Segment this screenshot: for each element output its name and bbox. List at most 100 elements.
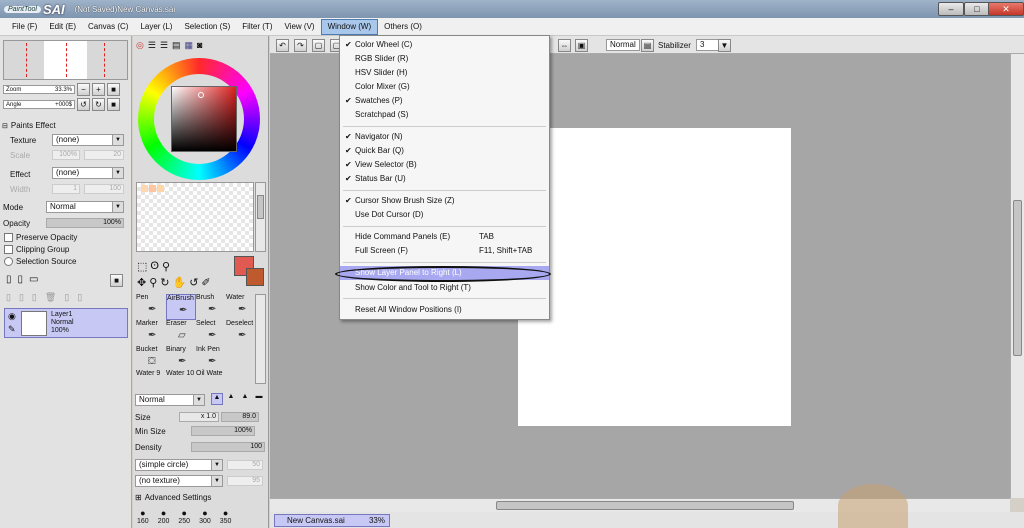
menu-item-hsv-slider[interactable]: HSV Slider (H) — [340, 66, 549, 80]
menu-item-status-bar[interactable]: ✔ Status Bar (U) — [340, 172, 549, 186]
copy-layer-icon[interactable]: ▯ — [6, 292, 11, 303]
swatch[interactable] — [157, 185, 164, 192]
magic-wand-icon[interactable]: ⚲ — [162, 260, 170, 273]
tool-marker[interactable]: Marker ✒ — [136, 320, 166, 346]
lasso-icon[interactable]: ʘ — [150, 260, 159, 273]
menu-edit[interactable]: Edit (E) — [43, 19, 82, 35]
tool-pen[interactable]: Pen ✒ — [136, 294, 166, 320]
maximize-button[interactable]: □ — [964, 2, 990, 16]
horizontal-scrollbar-thumb[interactable] — [496, 501, 794, 510]
tool-deselect[interactable]: Deselect ✒ — [226, 320, 256, 346]
brush-edge-sharp-button[interactable]: ▲ — [211, 393, 223, 405]
pen-lock-icon[interactable]: ✎ — [8, 324, 16, 335]
brush-edge-mid-button[interactable]: ▲ — [225, 393, 237, 405]
menu-item-hide-command-panels[interactable]: Hide Command Panels (E) TAB — [340, 230, 549, 244]
brush-preset[interactable]: ● 200 — [158, 508, 170, 525]
zoom-reset-button[interactable]: ■ — [107, 83, 120, 96]
tool-water[interactable]: Water ✒ — [226, 294, 256, 320]
layer-mode-select[interactable]: Normal ▼ — [46, 201, 124, 213]
new-linework-layer-icon[interactable]: ▯ — [18, 274, 24, 285]
menu-item-full-screen[interactable]: Full Screen (F) F11, Shift+TAB — [340, 244, 549, 258]
swatches-tab-icon[interactable]: ▦ — [185, 40, 194, 51]
brush-shape-select[interactable]: (simple circle) ▼ — [135, 459, 223, 471]
canvas[interactable] — [518, 128, 791, 426]
move-icon[interactable]: ✥ — [137, 276, 146, 289]
layer-panel-toggle-button[interactable]: ■ — [110, 274, 123, 287]
menu-item-rgb-slider[interactable]: RGB Slider (R) — [340, 52, 549, 66]
tool-airbrush[interactable]: AirBrush ✒ — [166, 294, 196, 320]
secondary-color-swatch[interactable] — [246, 268, 264, 286]
menu-item-color-mixer[interactable]: Color Mixer (G) — [340, 80, 549, 94]
flip-button[interactable]: ⇔ — [558, 39, 571, 52]
menu-window[interactable]: Window (W) — [320, 18, 379, 35]
menu-item-use-dot-cursor[interactable]: Use Dot Cursor (D) — [340, 208, 549, 222]
menu-item-quick-bar[interactable]: ✔ Quick Bar (Q) — [340, 144, 549, 158]
swatch[interactable] — [141, 185, 148, 192]
swatch[interactable] — [149, 185, 156, 192]
quickbar-mode-select[interactable]: Normal — [606, 39, 640, 51]
menu-others[interactable]: Others (O) — [378, 19, 428, 35]
rgb-slider-tab-icon[interactable]: ☰ — [148, 40, 156, 51]
close-button[interactable]: ✕ — [988, 2, 1024, 16]
menu-item-scratchpad[interactable]: Scratchpad (S) — [340, 108, 549, 122]
tool-ink-pen[interactable]: Ink Pen ✒ — [196, 346, 226, 372]
delete-layer-icon[interactable]: 🗑 — [45, 292, 56, 303]
menu-item-swatches[interactable]: ✔ Swatches (P) — [340, 94, 549, 108]
menu-item-color-wheel[interactable]: ✔ Color Wheel (C) — [340, 38, 549, 52]
menu-view[interactable]: View (V) — [278, 19, 320, 35]
brush-preset[interactable]: ● 300 — [199, 508, 211, 525]
stabilizer-dropdown-button[interactable]: ▼ — [718, 39, 731, 52]
menu-canvas[interactable]: Canvas (C) — [82, 19, 134, 35]
menu-item-show-color-tool-right[interactable]: Show Color and Tool to Right (T) — [340, 281, 549, 295]
menu-file[interactable]: File (F) — [6, 19, 43, 35]
tool-bucket[interactable]: Bucket ⛋ — [136, 346, 166, 372]
hand-icon[interactable]: ✋ — [173, 276, 187, 289]
rotate-left-button[interactable]: ↺ — [77, 98, 90, 111]
brush-preset[interactable]: ● 250 — [178, 508, 190, 525]
menu-item-navigator[interactable]: ✔ Navigator (N) — [340, 130, 549, 144]
new-layer-icon[interactable]: ▯ — [6, 274, 12, 285]
preserve-opacity-checkbox[interactable]: Preserve Opacity — [4, 233, 77, 242]
merge-down-icon[interactable]: ▯ — [32, 292, 37, 303]
effect-select[interactable]: (none) ▼ — [52, 167, 124, 179]
zoom-out-button[interactable]: − — [77, 83, 90, 96]
min-size-slider[interactable]: 100% — [191, 426, 255, 436]
brush-edge-flat-button[interactable]: ▬ — [253, 393, 265, 405]
tool-select[interactable]: Select ✒ — [196, 320, 226, 346]
rotate-right-button[interactable]: ↻ — [92, 98, 105, 111]
eye-icon[interactable]: ◉ — [8, 311, 16, 322]
tool-brush[interactable]: Brush ✒ — [196, 294, 226, 320]
transfer-down-icon[interactable]: ▯ — [19, 292, 24, 303]
brush-preset[interactable]: ● 160 — [137, 508, 149, 525]
sv-picker-handle[interactable] — [198, 92, 204, 98]
zoom-slider[interactable]: Zoom 33.3% — [3, 85, 75, 94]
swatch-grid[interactable] — [136, 182, 254, 252]
menu-item-cursor-show-brush-size[interactable]: ✔ Cursor Show Brush Size (Z) — [340, 194, 549, 208]
tool-water-9[interactable]: Water 9 — [136, 370, 166, 396]
deselect-button[interactable]: ▢ — [312, 39, 325, 52]
brush-preset[interactable]: ● 350 — [220, 508, 232, 525]
scratchpad-tab-icon[interactable]: ◙ — [197, 40, 202, 51]
color-wheel-tab-icon[interactable]: ◎ — [136, 40, 144, 51]
color-wheel[interactable] — [138, 58, 260, 180]
rotate-tool-icon[interactable]: ↻ — [160, 276, 169, 289]
opacity-slider[interactable]: 100% — [46, 218, 124, 228]
vertical-scrollbar[interactable] — [1010, 54, 1024, 498]
tool-scrollbar[interactable] — [255, 294, 266, 384]
blend-mode-select[interactable]: Normal ▼ — [135, 394, 205, 406]
tool-eraser[interactable]: Eraser ▱ — [166, 320, 196, 346]
density-slider[interactable]: 100 — [191, 442, 265, 452]
menu-filter[interactable]: Filter (T) — [236, 19, 278, 35]
rotate-view-icon[interactable]: ↺ — [189, 276, 198, 289]
stabilizer-toggle-button[interactable]: ▣ — [575, 39, 588, 52]
tool-water-10[interactable]: Water 10 — [166, 370, 196, 396]
selection-source-checkbox[interactable]: Selection Source — [4, 257, 76, 266]
clipping-group-checkbox[interactable]: Clipping Group — [4, 245, 69, 254]
minimize-button[interactable]: – — [938, 2, 964, 16]
swatch-scrollbar-thumb[interactable] — [257, 195, 264, 219]
redo-button[interactable]: ↷ — [294, 39, 307, 52]
menu-layer[interactable]: Layer (L) — [134, 19, 178, 35]
undo-button[interactable]: ↶ — [276, 39, 289, 52]
color-mixer-tab-icon[interactable]: ▤ — [172, 40, 181, 51]
tool-binary[interactable]: Binary ✒ — [166, 346, 196, 372]
